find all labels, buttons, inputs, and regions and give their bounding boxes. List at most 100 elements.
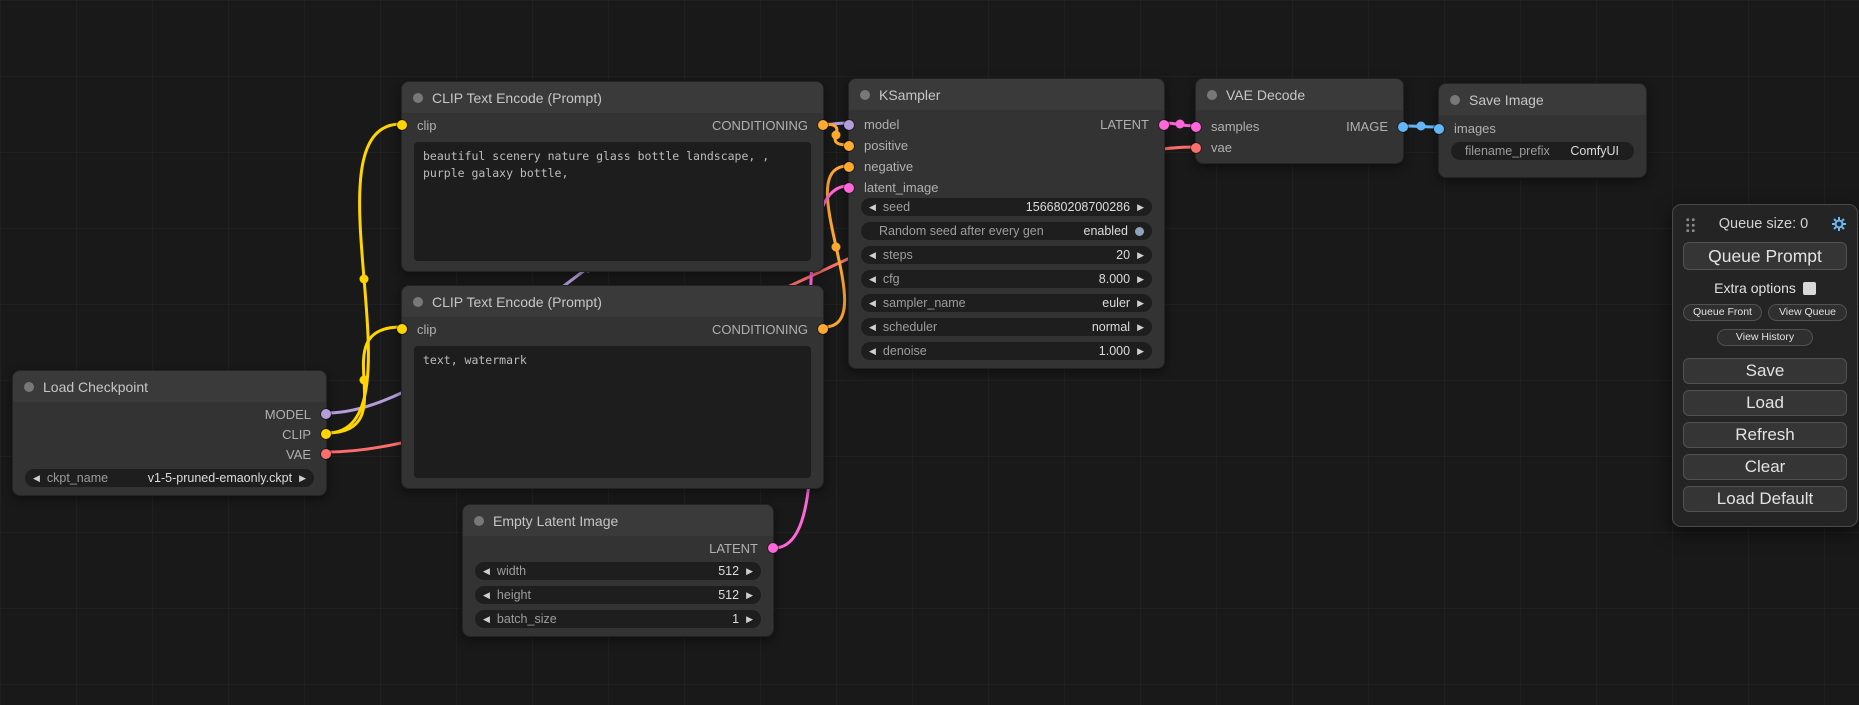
refresh-button[interactable]: Refresh — [1683, 422, 1847, 448]
widget-sampler-name[interactable]: ◀ sampler_name euler ▶ — [861, 294, 1152, 312]
decrement-arrow-icon[interactable]: ◀ — [483, 610, 490, 628]
decrement-arrow-icon[interactable]: ◀ — [33, 469, 40, 487]
output-slot-model[interactable] — [321, 409, 331, 419]
prompt-textarea[interactable]: text, watermark — [414, 346, 811, 478]
increment-arrow-icon[interactable]: ▶ — [1137, 270, 1144, 288]
widget-steps[interactable]: ◀ steps 20 ▶ — [861, 246, 1152, 264]
widget-value: ComfyUI — [1570, 144, 1619, 158]
queue-front-button[interactable]: Queue Front — [1683, 304, 1762, 321]
widget-height[interactable]: ◀ height 512 ▶ — [475, 586, 761, 604]
widget-cfg[interactable]: ◀ cfg 8.000 ▶ — [861, 270, 1152, 288]
node-title-bar[interactable]: CLIP Text Encode (Prompt) — [402, 286, 823, 317]
input-slot-clip[interactable] — [397, 120, 407, 130]
decrement-arrow-icon[interactable]: ◀ — [869, 318, 876, 336]
node-title-bar[interactable]: Load Checkpoint — [13, 371, 326, 402]
node-empty-latent-image[interactable]: Empty Latent Image LATENT ◀ width 512 ▶ … — [462, 504, 774, 637]
collapse-dot-icon[interactable] — [860, 90, 870, 100]
widget-value: 20 — [1116, 248, 1130, 262]
prompt-textarea[interactable]: beautiful scenery nature glass bottle la… — [414, 142, 811, 261]
link-clip-negative — [327, 327, 401, 433]
increment-arrow-icon[interactable]: ▶ — [1137, 246, 1144, 264]
widget-label: ckpt_name — [47, 471, 108, 485]
widget-batch-size[interactable]: ◀ batch_size 1 ▶ — [475, 610, 761, 628]
collapse-dot-icon[interactable] — [474, 516, 484, 526]
widget-value: 156680208700286 — [1026, 200, 1130, 214]
collapse-dot-icon[interactable] — [24, 382, 34, 392]
queue-prompt-button[interactable]: Queue Prompt — [1683, 242, 1847, 270]
collapse-dot-icon[interactable] — [413, 93, 423, 103]
decrement-arrow-icon[interactable]: ◀ — [869, 294, 876, 312]
node-title-bar[interactable]: CLIP Text Encode (Prompt) — [402, 82, 823, 113]
widget-value: 1.000 — [1099, 344, 1130, 358]
node-title: Empty Latent Image — [493, 513, 618, 529]
node-vae-decode[interactable]: VAE Decode samples IMAGE vae — [1195, 78, 1404, 164]
widget-scheduler[interactable]: ◀ scheduler normal ▶ — [861, 318, 1152, 336]
decrement-arrow-icon[interactable]: ◀ — [869, 270, 876, 288]
output-slot-clip[interactable] — [321, 429, 331, 439]
input-slot-latent-image[interactable] — [844, 183, 854, 193]
increment-arrow-icon[interactable]: ▶ — [1137, 294, 1144, 312]
link-midpoint-dot — [832, 131, 841, 140]
node-title-bar[interactable]: VAE Decode — [1196, 79, 1403, 110]
collapse-dot-icon[interactable] — [413, 297, 423, 307]
widget-value: v1-5-pruned-emaonly.ckpt — [148, 471, 292, 485]
widget-label: height — [497, 588, 531, 602]
extra-options-checkbox[interactable] — [1803, 282, 1816, 295]
toggle-dot-icon[interactable] — [1135, 227, 1144, 236]
input-slot-samples[interactable] — [1191, 122, 1201, 132]
widget-ckpt-name[interactable]: ◀ ckpt_name v1-5-pruned-emaonly.ckpt ▶ — [25, 469, 314, 487]
load-button[interactable]: Load — [1683, 390, 1847, 416]
extra-options-label: Extra options — [1714, 280, 1796, 296]
widget-seed[interactable]: ◀ seed 156680208700286 ▶ — [861, 198, 1152, 216]
view-queue-button[interactable]: View Queue — [1768, 304, 1847, 321]
decrement-arrow-icon[interactable]: ◀ — [869, 198, 876, 216]
decrement-arrow-icon[interactable]: ◀ — [483, 586, 490, 604]
output-slot-vae[interactable] — [321, 449, 331, 459]
output-label-vae: VAE — [286, 447, 311, 462]
node-title-bar[interactable]: Empty Latent Image — [463, 505, 773, 536]
node-load-checkpoint[interactable]: Load Checkpoint MODEL CLIP VAE ◀ ckpt_na… — [12, 370, 327, 496]
decrement-arrow-icon[interactable]: ◀ — [483, 562, 490, 580]
input-slot-positive[interactable] — [844, 141, 854, 151]
output-slot-latent[interactable] — [768, 543, 778, 553]
collapse-dot-icon[interactable] — [1450, 95, 1460, 105]
node-title-bar[interactable]: KSampler — [849, 79, 1164, 110]
save-button[interactable]: Save — [1683, 358, 1847, 384]
settings-gear-icon[interactable] — [1831, 216, 1847, 232]
output-slot-image[interactable] — [1398, 122, 1408, 132]
node-graph-canvas[interactable]: CLIP Text Encode (Prompt) clip CONDITION… — [0, 0, 1859, 705]
node-clip-text-encode-negative[interactable]: CLIP Text Encode (Prompt) clip CONDITION… — [401, 285, 824, 489]
input-slot-negative[interactable] — [844, 162, 854, 172]
collapse-dot-icon[interactable] — [1207, 90, 1217, 100]
clear-button[interactable]: Clear — [1683, 454, 1847, 480]
input-slot-images[interactable] — [1434, 124, 1444, 134]
load-default-button[interactable]: Load Default — [1683, 486, 1847, 512]
output-slot-latent[interactable] — [1159, 120, 1169, 130]
widget-random-seed[interactable]: Random seed after every gen enabled — [861, 222, 1152, 240]
decrement-arrow-icon[interactable]: ◀ — [869, 246, 876, 264]
output-slot-conditioning[interactable] — [818, 324, 828, 334]
node-ksampler[interactable]: KSampler model LATENT positive negative … — [848, 78, 1165, 369]
increment-arrow-icon[interactable]: ▶ — [746, 610, 753, 628]
widget-denoise[interactable]: ◀ denoise 1.000 ▶ — [861, 342, 1152, 360]
increment-arrow-icon[interactable]: ▶ — [746, 562, 753, 580]
input-slot-vae[interactable] — [1191, 143, 1201, 153]
increment-arrow-icon[interactable]: ▶ — [1137, 342, 1144, 360]
widget-filename-prefix[interactable]: filename_prefix ComfyUI — [1451, 142, 1634, 160]
node-title-bar[interactable]: Save Image — [1439, 84, 1646, 115]
widget-width[interactable]: ◀ width 512 ▶ — [475, 562, 761, 580]
increment-arrow-icon[interactable]: ▶ — [1137, 198, 1144, 216]
view-history-button[interactable]: View History — [1717, 329, 1813, 346]
output-slot-conditioning[interactable] — [818, 120, 828, 130]
drag-handle-icon[interactable] — [1685, 217, 1696, 232]
link-midpoint-dot — [832, 243, 841, 252]
node-clip-text-encode-positive[interactable]: CLIP Text Encode (Prompt) clip CONDITION… — [401, 81, 824, 272]
increment-arrow-icon[interactable]: ▶ — [1137, 318, 1144, 336]
node-save-image[interactable]: Save Image images filename_prefix ComfyU… — [1438, 83, 1647, 178]
increment-arrow-icon[interactable]: ▶ — [746, 586, 753, 604]
increment-arrow-icon[interactable]: ▶ — [299, 469, 306, 487]
node-title: KSampler — [879, 87, 940, 103]
input-slot-clip[interactable] — [397, 324, 407, 334]
input-slot-model[interactable] — [844, 120, 854, 130]
decrement-arrow-icon[interactable]: ◀ — [869, 342, 876, 360]
